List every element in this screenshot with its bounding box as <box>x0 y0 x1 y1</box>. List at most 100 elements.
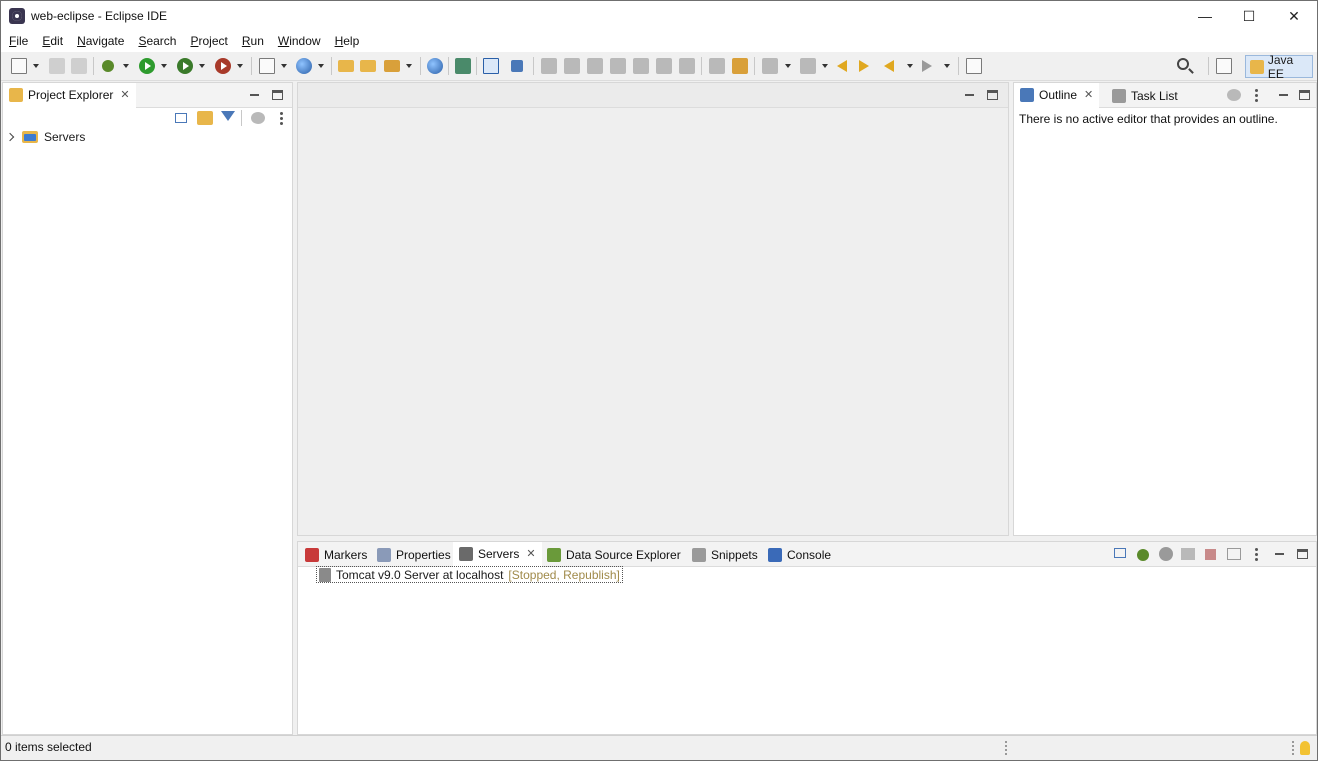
maximize-editor-icon[interactable] <box>987 90 998 100</box>
external-tools-dropdown-icon[interactable] <box>237 64 243 68</box>
resume-icon[interactable] <box>541 58 557 74</box>
run-external-tools-icon[interactable] <box>215 58 231 74</box>
minimize-view-icon[interactable] <box>1278 89 1290 101</box>
terminate-icon[interactable] <box>587 58 603 74</box>
debug-icon[interactable] <box>102 60 114 72</box>
last-edit-location-icon[interactable] <box>837 60 847 72</box>
run-dropdown-icon[interactable] <box>161 64 167 68</box>
menu-navigate-label: avigate <box>85 34 125 48</box>
new-icon[interactable] <box>11 58 27 74</box>
maximize-view-icon[interactable] <box>272 90 283 100</box>
tab-servers[interactable]: Servers ✕ <box>453 542 542 567</box>
debug-dropdown-icon[interactable] <box>123 64 129 68</box>
collapse-all-icon[interactable] <box>175 113 187 123</box>
minimize-view-icon[interactable] <box>1274 548 1286 560</box>
tab-label: Data Source Explorer <box>566 547 681 562</box>
tab-label: Project Explorer <box>28 87 114 102</box>
close-icon[interactable]: ✕ <box>1084 88 1093 101</box>
minimize-view-icon[interactable] <box>249 89 261 101</box>
server-list-item[interactable]: Tomcat v9.0 Server at localhost [Stopped… <box>316 566 623 583</box>
tab-markers[interactable]: Markers <box>299 542 373 567</box>
view-menu-icon[interactable] <box>1255 548 1258 561</box>
new-web-dropdown-icon[interactable] <box>318 64 324 68</box>
connect-icon[interactable] <box>455 58 471 74</box>
search-icon[interactable] <box>1177 58 1189 70</box>
stop-server-icon[interactable] <box>1205 549 1216 560</box>
minimize-button[interactable]: — <box>1182 1 1228 31</box>
suspend-icon[interactable] <box>564 58 580 74</box>
open-browser-icon[interactable] <box>427 58 443 74</box>
debug-server-icon[interactable] <box>1137 549 1149 561</box>
step-into-icon[interactable] <box>633 58 649 74</box>
forward-edit-location-icon[interactable] <box>859 60 869 72</box>
tab-project-explorer[interactable]: Project Explorer ✕ <box>3 83 136 108</box>
menu-search[interactable]: Search <box>131 31 183 52</box>
lightbulb-icon[interactable] <box>1300 741 1310 755</box>
step-return-icon[interactable] <box>679 58 695 74</box>
pin-editor-icon[interactable] <box>966 58 982 74</box>
menu-window[interactable]: Window <box>271 31 328 52</box>
back-icon[interactable] <box>884 60 894 72</box>
start-server-icon[interactable] <box>1159 547 1173 561</box>
collapse-all-icon[interactable] <box>1114 548 1126 558</box>
next-annotation-icon[interactable] <box>762 58 778 74</box>
new-web-icon[interactable] <box>296 58 312 74</box>
open-type-icon[interactable] <box>338 60 354 72</box>
tab-task-list[interactable]: Task List <box>1106 83 1184 108</box>
new-server-dropdown-icon[interactable] <box>281 64 287 68</box>
run-icon[interactable] <box>139 58 155 74</box>
back-dropdown-icon[interactable] <box>907 64 913 68</box>
focus-icon[interactable] <box>1227 89 1241 101</box>
coverage-icon[interactable] <box>177 58 193 74</box>
maximize-button[interactable]: ☐ <box>1226 1 1272 31</box>
filter-icon[interactable] <box>221 111 235 121</box>
save-all-icon[interactable] <box>71 58 87 74</box>
close-icon[interactable]: ✕ <box>120 88 129 101</box>
display-icon[interactable] <box>483 58 499 74</box>
tab-outline[interactable]: Outline ✕ <box>1014 83 1100 108</box>
use-step-filters-icon[interactable] <box>732 58 748 74</box>
coverage-dropdown-icon[interactable] <box>199 64 205 68</box>
tab-label: Servers <box>478 546 520 561</box>
forward-dropdown-icon[interactable] <box>944 64 950 68</box>
search-tool-icon[interactable] <box>384 60 400 72</box>
search-tool-dropdown-icon[interactable] <box>406 64 412 68</box>
chevron-right-icon[interactable] <box>5 132 15 142</box>
java-ee-perspective-button[interactable]: Java EE <box>1245 53 1313 81</box>
view-menu-icon[interactable] <box>280 112 283 125</box>
new-server-icon[interactable] <box>259 58 275 74</box>
step-over-icon[interactable] <box>656 58 672 74</box>
next-annotation-dropdown-icon[interactable] <box>785 64 791 68</box>
previous-annotation-icon[interactable] <box>800 58 816 74</box>
menu-project[interactable]: Project <box>183 31 234 52</box>
publish-icon[interactable] <box>1227 548 1241 560</box>
menu-help[interactable]: Help <box>328 31 367 52</box>
minimize-editor-icon[interactable] <box>964 89 976 101</box>
tree-item-servers[interactable]: Servers <box>5 128 85 146</box>
menu-run[interactable]: Run <box>235 31 271 52</box>
view-menu-icon[interactable] <box>1255 89 1258 102</box>
tab-properties[interactable]: Properties <box>371 542 457 567</box>
focus-icon[interactable] <box>251 112 265 124</box>
new-dropdown-icon[interactable] <box>33 64 39 68</box>
tab-console[interactable]: Console <box>762 542 837 567</box>
disconnect-icon[interactable] <box>610 58 626 74</box>
previous-annotation-dropdown-icon[interactable] <box>822 64 828 68</box>
tab-snippets[interactable]: Snippets <box>686 542 764 567</box>
menu-file[interactable]: File <box>2 31 35 52</box>
close-icon[interactable]: ✕ <box>526 547 535 560</box>
skip-breakpoints-icon[interactable] <box>511 60 523 72</box>
menu-navigate[interactable]: Navigate <box>70 31 131 52</box>
maximize-view-icon[interactable] <box>1297 549 1308 559</box>
tab-data-source-explorer[interactable]: Data Source Explorer <box>541 542 687 567</box>
menu-edit[interactable]: Edit <box>35 31 70 52</box>
forward-icon[interactable] <box>922 60 932 72</box>
link-with-editor-icon[interactable] <box>197 111 213 125</box>
maximize-view-icon[interactable] <box>1299 90 1310 100</box>
open-task-icon[interactable] <box>360 60 376 72</box>
drop-to-frame-icon[interactable] <box>709 58 725 74</box>
save-icon[interactable] <box>49 58 65 74</box>
profile-server-icon[interactable] <box>1181 548 1195 560</box>
open-perspective-icon[interactable] <box>1216 58 1232 74</box>
close-button[interactable]: ✕ <box>1271 1 1317 31</box>
